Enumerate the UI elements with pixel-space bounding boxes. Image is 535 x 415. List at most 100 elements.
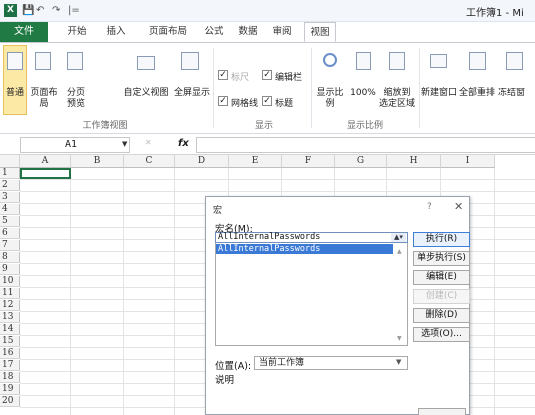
row-header[interactable]: 10 bbox=[0, 276, 20, 287]
formula-cancel-icon[interactable]: ✕ bbox=[145, 138, 152, 147]
customize-quick-access-icon[interactable]: |= bbox=[68, 4, 80, 18]
title-bar bbox=[0, 0, 535, 22]
gridlines-label: 网格线 bbox=[231, 99, 259, 109]
column-header[interactable]: A bbox=[20, 155, 71, 168]
select-all-corner[interactable] bbox=[0, 155, 20, 168]
cancel-button[interactable] bbox=[418, 408, 466, 415]
help-icon[interactable]: ? bbox=[427, 202, 432, 212]
tab-page-layout[interactable]: 页面布局 bbox=[143, 22, 193, 42]
row-header[interactable]: 12 bbox=[0, 300, 20, 311]
edit-button[interactable]: 编辑(E) bbox=[413, 270, 470, 285]
headings-label: 标题 bbox=[275, 99, 294, 109]
tab-home[interactable]: 开始 bbox=[62, 22, 92, 42]
group-separator bbox=[311, 48, 312, 128]
column-header[interactable]: E bbox=[229, 155, 282, 168]
column-header[interactable]: H bbox=[387, 155, 441, 168]
column-header[interactable]: C bbox=[124, 155, 175, 168]
row-header[interactable]: 8 bbox=[0, 252, 20, 263]
gridline bbox=[123, 168, 124, 415]
page-layout-view-button[interactable]: 页面布局 bbox=[27, 88, 61, 110]
redo-icon[interactable]: ↷ bbox=[52, 4, 60, 18]
macro-list[interactable] bbox=[215, 243, 408, 346]
freeze-panes-button[interactable]: 冻结窗 bbox=[498, 88, 535, 99]
row-header[interactable]: 20 bbox=[0, 396, 20, 407]
column-header[interactable]: F bbox=[282, 155, 335, 168]
location-label: 位置(A): bbox=[215, 361, 252, 372]
column-header[interactable]: I bbox=[441, 155, 495, 168]
insert-function-icon[interactable]: fx bbox=[178, 138, 189, 149]
gridline bbox=[70, 168, 71, 415]
tab-file[interactable]: 文件 bbox=[0, 22, 48, 42]
custom-views-icon bbox=[137, 56, 155, 70]
row-header[interactable]: 13 bbox=[0, 312, 20, 323]
tab-formulas[interactable]: 公式 bbox=[199, 22, 229, 42]
row-header[interactable]: 15 bbox=[0, 336, 20, 347]
headings-checkbox[interactable]: ✓ bbox=[262, 96, 272, 106]
save-icon[interactable]: 💾 bbox=[22, 4, 34, 18]
full-screen-button[interactable]: 全屏显示 bbox=[172, 88, 212, 99]
create-button[interactable]: 创建(C) bbox=[413, 289, 470, 304]
name-box-dropdown-icon[interactable]: ▼ bbox=[122, 140, 127, 148]
excel-app-icon[interactable]: X bbox=[4, 4, 17, 17]
normal-view-label: 普通 bbox=[5, 88, 24, 98]
scroll-down-icon[interactable]: ▼ bbox=[397, 335, 402, 342]
new-window-icon bbox=[430, 54, 447, 68]
location-select[interactable]: 当前工作簿 bbox=[254, 356, 408, 370]
collapse-dialog-icon[interactable]: ▲▾ bbox=[391, 233, 406, 242]
dialog-title: 宏 bbox=[213, 206, 223, 216]
arrange-all-button[interactable]: 全部重排 bbox=[458, 88, 496, 99]
macro-name-input[interactable]: AllInternalPasswords bbox=[215, 232, 408, 243]
row-header[interactable]: 14 bbox=[0, 324, 20, 335]
formula-bar-checkbox[interactable]: ✓ bbox=[262, 70, 272, 80]
zoom-to-selection-label-2: 选定区域 bbox=[378, 99, 415, 109]
column-header[interactable]: D bbox=[175, 155, 229, 168]
tab-insert[interactable]: 插入 bbox=[101, 22, 131, 42]
close-icon[interactable]: ✕ bbox=[454, 200, 463, 213]
row-header[interactable]: 16 bbox=[0, 348, 20, 359]
row-header[interactable]: 5 bbox=[0, 216, 20, 227]
zoom-100-icon bbox=[356, 52, 371, 70]
row-header[interactable]: 19 bbox=[0, 384, 20, 395]
new-window-button[interactable]: 新建窗口 bbox=[421, 88, 457, 99]
row-header[interactable]: 1 bbox=[0, 168, 20, 179]
tab-data[interactable]: 数据 bbox=[233, 22, 263, 42]
tab-review[interactable]: 审阅 bbox=[267, 22, 297, 42]
row-header[interactable]: 9 bbox=[0, 264, 20, 275]
row-header[interactable]: 6 bbox=[0, 228, 20, 239]
options-button[interactable]: 选项(O)... bbox=[413, 327, 470, 342]
page-break-preview-icon bbox=[67, 52, 83, 70]
zoom-to-selection-button[interactable]: 缩放到 bbox=[378, 88, 416, 99]
gridlines-checkbox[interactable]: ✓ bbox=[218, 96, 228, 106]
gridline bbox=[174, 168, 175, 415]
group-separator bbox=[213, 48, 214, 128]
column-header[interactable]: G bbox=[335, 155, 387, 168]
description-text bbox=[215, 384, 408, 415]
tab-view[interactable]: 视图 bbox=[304, 22, 336, 42]
row-header[interactable]: 4 bbox=[0, 204, 20, 215]
row-header[interactable]: 2 bbox=[0, 180, 20, 191]
row-header[interactable]: 11 bbox=[0, 288, 20, 299]
scroll-up-icon[interactable]: ▲ bbox=[397, 248, 402, 255]
ruler-checkbox[interactable]: ✓ bbox=[218, 70, 228, 80]
page-break-preview-button[interactable]: 分页 bbox=[62, 88, 90, 99]
custom-views-button[interactable]: 自定义视图 bbox=[117, 88, 175, 99]
delete-button[interactable]: 删除(D) bbox=[413, 308, 470, 323]
step-into-button[interactable]: 单步执行(S) bbox=[413, 251, 470, 266]
formula-input[interactable] bbox=[196, 137, 535, 153]
row-header[interactable]: 18 bbox=[0, 372, 20, 383]
run-button[interactable]: 执行(R) bbox=[413, 232, 470, 247]
row-header[interactable]: 7 bbox=[0, 240, 20, 251]
chevron-down-icon[interactable]: ▼ bbox=[396, 358, 401, 366]
undo-icon[interactable]: ↶ bbox=[36, 4, 44, 18]
macro-list-item[interactable]: AllInternalPasswords bbox=[216, 244, 393, 254]
zoom-to-selection-icon bbox=[389, 52, 405, 70]
active-cell[interactable] bbox=[20, 168, 71, 179]
zoom-button[interactable]: 显示比例 bbox=[313, 88, 347, 110]
arrange-all-icon bbox=[469, 52, 486, 70]
row-header[interactable]: 3 bbox=[0, 192, 20, 203]
zoom-100-button[interactable]: 100% bbox=[348, 88, 378, 99]
column-header[interactable]: B bbox=[71, 155, 124, 168]
name-box[interactable]: A1 bbox=[20, 137, 130, 153]
row-header[interactable]: 17 bbox=[0, 360, 20, 371]
window-title: 工作簿1 - Mi bbox=[466, 8, 524, 19]
